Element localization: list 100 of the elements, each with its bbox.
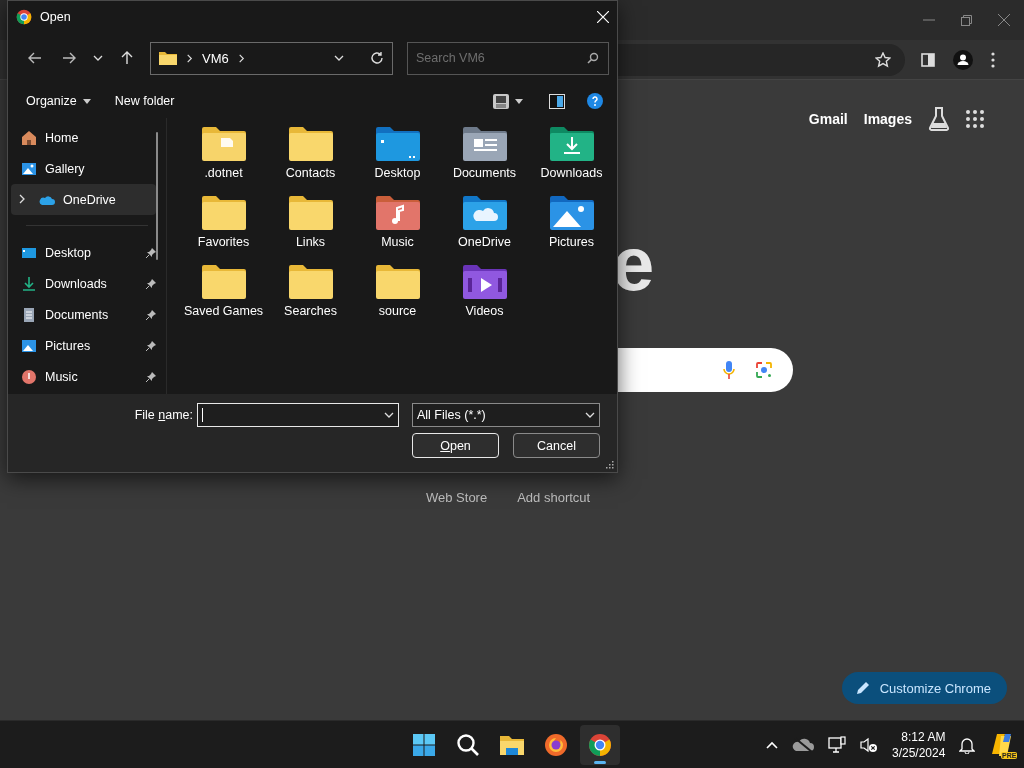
folder-icon: [200, 126, 247, 162]
folder-name[interactable]: Desktop: [355, 166, 440, 180]
arrow-left-icon: [28, 52, 42, 64]
arrow-right-icon: [62, 52, 76, 64]
refresh-icon[interactable]: [370, 51, 384, 65]
taskbar-app[interactable]: [580, 724, 620, 765]
chrome-icon: [16, 9, 32, 25]
file-name-label: File name:: [134, 408, 193, 422]
volume-muted-icon[interactable]: [860, 736, 878, 753]
downloads-folder-icon: [548, 126, 595, 162]
nav-item[interactable]: OneDrive: [11, 184, 156, 215]
shortcut-label[interactable]: Web Store: [426, 490, 488, 505]
search-icon: [456, 732, 480, 757]
picture-icon: [21, 337, 37, 354]
nav-item[interactable]: Downloads: [11, 268, 156, 299]
dialog-button[interactable]: Cancel: [513, 433, 600, 458]
folder-icon: [287, 126, 334, 162]
firefox-icon: [544, 732, 568, 757]
desktop-folder-icon: [374, 126, 421, 162]
apps-grid-icon[interactable]: [966, 110, 984, 128]
star-icon[interactable]: [875, 51, 891, 68]
pictures-folder-icon: [548, 195, 595, 231]
download-icon: [21, 275, 37, 292]
folder-name[interactable]: Downloads: [529, 166, 614, 180]
microphone-icon[interactable]: [723, 360, 735, 380]
folder-name[interactable]: Contacts: [268, 166, 353, 180]
gallery-icon: [21, 160, 37, 177]
profile-icon[interactable]: [953, 49, 973, 70]
customize-chrome-button[interactable]: Customize Chrome: [841, 672, 1007, 704]
expand-chevron-icon: [17, 193, 27, 204]
nav-item[interactable]: Pictures: [11, 330, 156, 361]
dialog-title: Open: [40, 10, 72, 24]
onedrive-folder-icon: [461, 195, 508, 231]
nav-item[interactable]: Desktop: [11, 237, 156, 268]
breadcrumb-segment[interactable]: VM6: [202, 50, 229, 66]
folder-name[interactable]: Music: [355, 235, 440, 249]
resize-grip-icon[interactable]: [606, 461, 614, 469]
organize-button[interactable]: Organize: [20, 91, 97, 111]
videos-folder-icon: [461, 264, 508, 300]
help-icon[interactable]: [587, 93, 603, 109]
pin-icon[interactable]: [146, 247, 156, 258]
search-icon: [587, 51, 599, 64]
cloud-off-icon[interactable]: [792, 736, 814, 753]
folder-name[interactable]: Documents: [442, 166, 527, 180]
folder-icon: [287, 264, 334, 300]
folder-icon: [200, 264, 247, 300]
chevron-right-icon: [236, 53, 246, 63]
documents-folder-icon: [461, 126, 508, 162]
nav-item[interactable]: Music: [11, 361, 156, 392]
chevron-down-icon: [585, 410, 595, 420]
menu-icon[interactable]: [991, 51, 995, 68]
preview-pane-icon: [549, 93, 565, 109]
address-bar[interactable]: VM6: [150, 41, 393, 75]
restore-icon[interactable]: [961, 14, 972, 26]
folder-name[interactable]: source: [355, 304, 440, 318]
bell-icon[interactable]: [959, 735, 976, 754]
folder-name[interactable]: Pictures: [529, 235, 614, 249]
windows-logo-icon: [412, 732, 436, 757]
pin-icon[interactable]: [146, 371, 156, 382]
chevron-down-icon: [334, 53, 344, 63]
chevron-down-icon: [384, 410, 394, 420]
folder-name[interactable]: Videos: [442, 304, 527, 318]
header-link[interactable]: Images: [863, 111, 912, 127]
folder-icon: [374, 264, 421, 300]
view-icon: [493, 93, 509, 109]
header-link[interactable]: Gmail: [808, 111, 848, 127]
shortcut-label[interactable]: Add shortcut: [517, 490, 591, 505]
folder-icon: [499, 733, 525, 756]
chevron-down-icon: [93, 53, 103, 63]
arrow-up-icon: [121, 51, 133, 65]
nav-item[interactable]: Home: [11, 122, 156, 153]
folder-name[interactable]: Saved Games: [181, 304, 266, 318]
search-field[interactable]: Search VM6: [407, 41, 609, 75]
file-type-dropdown[interactable]: All Files (*.*): [412, 403, 600, 427]
pin-icon[interactable]: [146, 340, 156, 351]
folder-name[interactable]: Favorites: [181, 235, 266, 249]
new-folder-button[interactable]: New folder: [108, 91, 181, 111]
nav-item[interactable]: Gallery: [11, 153, 156, 184]
clock-time: 8:12 AM: [901, 728, 946, 745]
chevron-up-icon[interactable]: [766, 740, 778, 749]
dialog-button[interactable]: Open: [412, 433, 499, 458]
folder-name[interactable]: OneDrive: [442, 235, 527, 249]
side-panel-icon[interactable]: [921, 52, 935, 67]
nav-item[interactable]: Documents: [11, 299, 156, 330]
music-folder-icon: [374, 195, 421, 231]
folder-icon: [159, 51, 177, 65]
scrollbar[interactable]: [156, 132, 158, 260]
folder-name[interactable]: Links: [268, 235, 353, 249]
camera-search-icon[interactable]: [755, 361, 773, 379]
folder-icon: [287, 195, 334, 231]
folder-name[interactable]: .dotnet: [181, 166, 266, 180]
pin-icon[interactable]: [146, 309, 156, 320]
home-icon: [21, 129, 37, 146]
caret-icon: [515, 98, 523, 104]
folder-name[interactable]: Searches: [268, 304, 353, 318]
file-name-field[interactable]: [197, 403, 399, 427]
flask-icon[interactable]: [928, 107, 950, 131]
pencil-icon: [855, 681, 870, 695]
pin-icon[interactable]: [146, 278, 156, 289]
network-icon[interactable]: [828, 735, 846, 754]
